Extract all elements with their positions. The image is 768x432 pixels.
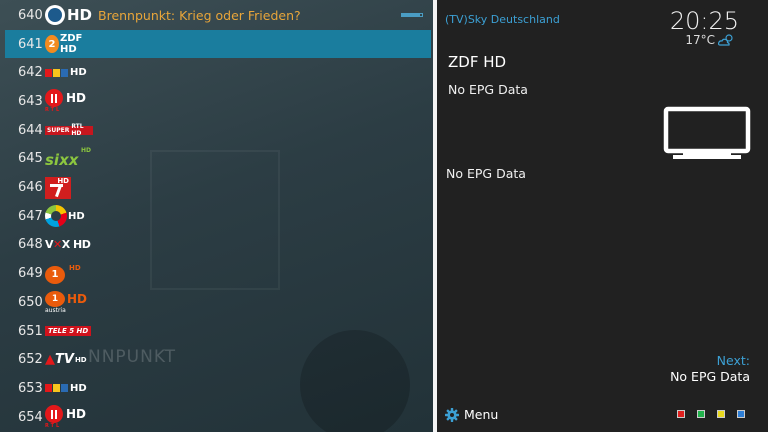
menu-button[interactable]: Menu — [445, 407, 498, 422]
next-label: Next: — [716, 353, 750, 368]
channel-row-650[interactable]: 650 1 HD austria — [5, 288, 431, 317]
channel-number: 651 — [18, 323, 43, 339]
next-program: No EPG Data — [670, 369, 750, 384]
menu-label: Menu — [464, 407, 499, 422]
channel-row-647[interactable]: 647 HD — [5, 202, 431, 231]
rtl-hd-logo: HD — [45, 62, 93, 84]
channel-number: 646 — [18, 180, 43, 196]
epg-now: No EPG Data — [448, 82, 528, 97]
tv-icon — [663, 106, 751, 159]
channel-number: 641 — [18, 36, 43, 52]
channel-number: 645 — [18, 151, 43, 167]
zdf-hd-logo: 2 ZDF HD — [45, 33, 93, 55]
gear-icon — [445, 407, 459, 422]
channel-number: 654 — [18, 409, 43, 425]
channel-row-640[interactable]: 640 HD Brennpunkt: Krieg oder Frieden? — [5, 1, 431, 30]
green-button[interactable] — [697, 410, 705, 418]
channel-row-645[interactable]: 645 HD sixx — [5, 145, 431, 174]
clock: 20:25 — [669, 7, 739, 35]
channel-number: 647 — [18, 208, 43, 224]
channel-number: 653 — [18, 380, 43, 396]
channel-row-643[interactable]: 643 HD RTL — [5, 87, 431, 116]
channel-row-653[interactable]: 653 HD — [5, 374, 431, 403]
channel-number: 643 — [18, 93, 43, 109]
channel-row-642[interactable]: 642 HD — [5, 58, 431, 87]
vox-hd-logo: V✕X HD — [45, 238, 91, 252]
channel-number: 650 — [18, 294, 43, 310]
channel-number: 648 — [18, 237, 43, 253]
channel-row-648[interactable]: 648 V✕X HD — [5, 231, 431, 260]
rtl2-hd-logo: HD RTL — [45, 89, 87, 114]
channel-row-654[interactable]: 654 HD RTL — [5, 403, 431, 432]
super-rtl-hd-logo: SUPER RTL HD — [45, 119, 93, 141]
channel-row-652[interactable]: 652 TV HD — [5, 345, 431, 374]
channel-row-646[interactable]: 646 HD — [5, 173, 431, 202]
channel-number: 644 — [18, 122, 43, 138]
channel-row-649[interactable]: 649 1 HD — [5, 259, 431, 288]
atv-hd-logo: TV HD — [45, 349, 93, 371]
channel-number: 642 — [18, 65, 43, 81]
channel-row-651[interactable]: 651 TELE 5 HD — [5, 317, 431, 346]
hd-channel-logo: HD — [45, 4, 93, 26]
kabel1-hd-logo: 1 HD — [45, 263, 93, 285]
channel-number: 649 — [18, 266, 43, 282]
tele5-hd-logo: TELE 5 HD — [45, 320, 93, 342]
red-button[interactable] — [677, 410, 685, 418]
channel-number: 640 — [18, 7, 43, 23]
channel-number: 652 — [18, 352, 43, 368]
cloudy-icon — [718, 34, 733, 46]
rtl2-hd-logo: HD RTL — [45, 405, 87, 430]
kabel1-austria-hd-logo: 1 HD austria — [45, 290, 88, 314]
channel-name: ZDF HD — [448, 53, 507, 71]
program-title: Brennpunkt: Krieg oder Frieden? — [98, 7, 301, 23]
yellow-button[interactable] — [717, 410, 725, 418]
sat1-hd-logo: HD — [45, 205, 93, 228]
channel-list-panel: NNPUNKT 640 HD Brennpunkt: Krieg oder Fri… — [0, 0, 433, 432]
epg-description: No EPG Data — [446, 166, 526, 181]
channel-info-panel: (TV)Sky Deutschland 20:25 17°C ZDF HD No… — [437, 0, 768, 432]
sixx-hd-logo: HD sixx — [45, 146, 91, 169]
blue-button[interactable] — [737, 410, 745, 418]
channel-row-641[interactable]: 641 2 ZDF HD — [5, 29, 431, 59]
rtl-hd-logo: HD — [45, 377, 93, 399]
provider-name: (TV)Sky Deutschland — [445, 13, 560, 26]
channel-row-644[interactable]: 644 SUPER RTL HD — [5, 116, 431, 145]
program-progress-bar — [401, 13, 423, 17]
pro7-hd-logo: HD — [45, 176, 93, 199]
temperature: 17°C — [685, 33, 715, 47]
